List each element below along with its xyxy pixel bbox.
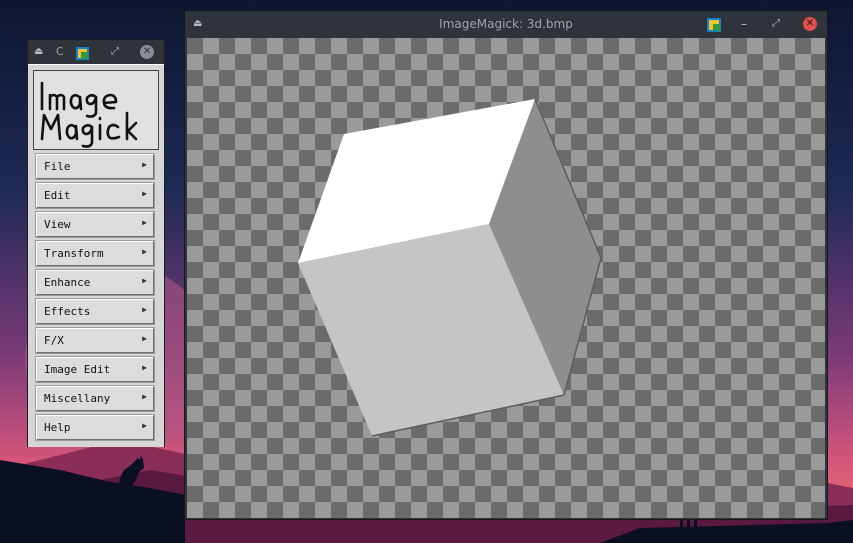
menu-label: Image Edit — [44, 363, 111, 376]
effects-menu-button[interactable]: Effects ▶ — [36, 299, 154, 324]
maximize-icon[interactable]: ⤢ — [772, 11, 780, 37]
submenu-arrow-icon: ▶ — [142, 363, 147, 372]
transform-menu-button[interactable]: Transform ▶ — [36, 241, 154, 266]
imagemagick-logo — [33, 70, 159, 150]
edit-menu-button[interactable]: Edit ▶ — [36, 183, 154, 208]
menu-label: Enhance — [44, 276, 91, 289]
image-display-window: ⏏ ImageMagick: 3d.bmp – ⤢ ✕ — [185, 11, 827, 519]
help-menu-button[interactable]: Help ▶ — [36, 415, 154, 440]
submenu-arrow-icon: ▶ — [142, 276, 147, 285]
file-menu-button[interactable]: File ▶ — [36, 154, 154, 179]
submenu-arrow-icon: ▶ — [142, 305, 147, 314]
minimize-icon[interactable]: – — [741, 11, 747, 37]
imagemagick-command-window: ⏏ C ⤢ ✕ File ▶ Edit ▶ View ▶ Transform ▶… — [28, 40, 164, 447]
submenu-arrow-icon: ▶ — [142, 160, 147, 169]
submenu-arrow-icon: ▶ — [142, 218, 147, 227]
submenu-arrow-icon: ▶ — [142, 392, 147, 401]
submenu-arrow-icon: ▶ — [142, 334, 147, 343]
close-icon[interactable]: ✕ — [803, 17, 817, 31]
image-edit-menu-button[interactable]: Image Edit ▶ — [36, 357, 154, 382]
menu-label: Help — [44, 421, 71, 434]
enhance-menu-button[interactable]: Enhance ▶ — [36, 270, 154, 295]
menu-label: Transform — [44, 247, 104, 260]
maximize-icon[interactable]: ⤢ — [111, 40, 119, 64]
close-icon[interactable]: ✕ — [140, 45, 154, 59]
view-menu-button[interactable]: View ▶ — [36, 212, 154, 237]
menu-label: F/X — [44, 334, 64, 347]
menu-label: Effects — [44, 305, 91, 318]
submenu-arrow-icon: ▶ — [142, 421, 147, 430]
menu-label: Miscellany — [44, 392, 111, 405]
menu-label: Edit — [44, 189, 71, 202]
menu-label: File — [44, 160, 71, 173]
submenu-arrow-icon: ▶ — [142, 247, 147, 256]
app-icon — [76, 45, 89, 60]
miscellany-menu-button[interactable]: Miscellany ▶ — [36, 386, 154, 411]
app-icon — [707, 17, 721, 32]
cube-image — [298, 98, 602, 437]
image-canvas[interactable] — [187, 38, 825, 518]
shade-icon[interactable]: ⏏ — [34, 40, 43, 64]
command-window-titlebar[interactable]: ⏏ C ⤢ ✕ — [28, 40, 164, 64]
window-title: C — [56, 45, 64, 58]
submenu-arrow-icon: ▶ — [142, 189, 147, 198]
menu-label: View — [44, 218, 71, 231]
fx-menu-button[interactable]: F/X ▶ — [36, 328, 154, 353]
command-window-body: File ▶ Edit ▶ View ▶ Transform ▶ Enhance… — [28, 64, 164, 447]
window-title: ImageMagick: 3d.bmp — [439, 17, 573, 31]
image-window-titlebar[interactable]: ⏏ ImageMagick: 3d.bmp – ⤢ ✕ — [185, 11, 827, 37]
